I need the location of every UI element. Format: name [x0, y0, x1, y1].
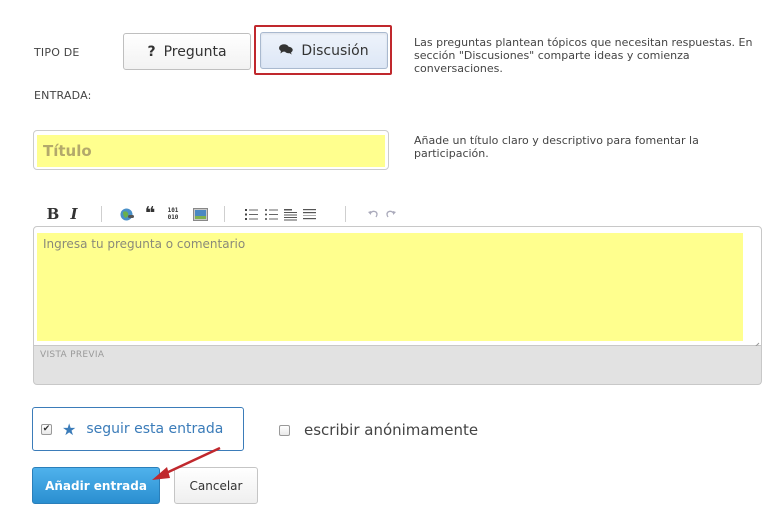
toolbar-separator: [224, 206, 225, 222]
annotation-arrow-icon: [152, 446, 221, 480]
italic-button[interactable]: I: [68, 205, 80, 223]
post-type-label-2: ENTRADA:: [34, 89, 92, 102]
discussion-type-button[interactable]: Discusión: [260, 32, 388, 69]
post-type-label: TIPO DE: [34, 46, 80, 59]
title-placeholder: Título: [37, 135, 385, 167]
horizontal-rule-icon[interactable]: [302, 205, 316, 223]
resize-handle-icon[interactable]: [751, 336, 760, 351]
post-type-help-line: conversaciones.: [414, 62, 503, 75]
undo-icon[interactable]: [366, 205, 380, 223]
numbered-list-icon[interactable]: [244, 205, 258, 223]
body-placeholder: Ingresa tu pregunta o comentario: [37, 233, 743, 341]
anonymous-option[interactable]: escribir anónimamente: [279, 421, 478, 439]
toolbar-separator: [345, 206, 346, 222]
image-icon[interactable]: [192, 205, 208, 223]
post-type-help-line: Las preguntas plantean tópicos que neces…: [414, 36, 753, 49]
question-type-label: Pregunta: [163, 43, 227, 60]
redo-icon[interactable]: [384, 205, 398, 223]
question-mark-icon: ?: [147, 43, 156, 60]
bold-button[interactable]: B: [46, 205, 60, 223]
star-icon: ★: [62, 419, 77, 439]
follow-label: seguir esta entrada: [86, 421, 224, 437]
post-type-help: Las preguntas plantean tópicos que neces…: [414, 36, 752, 75]
post-type-help-line: sección "Discusiones" comparte ideas y c…: [414, 49, 690, 62]
preview-label: VISTA PREVIA: [40, 350, 105, 360]
preview-panel: VISTA PREVIA: [33, 346, 762, 385]
quote-icon[interactable]: ❝: [143, 203, 157, 224]
toolbar-separator: [101, 206, 102, 222]
speech-bubbles-icon: [279, 43, 294, 59]
discussion-type-label: Discusión: [301, 42, 369, 59]
link-globe-icon[interactable]: [119, 205, 135, 223]
title-help-line: participación.: [414, 147, 489, 160]
title-help-line: Añade un título claro y descriptivo para…: [414, 134, 699, 147]
code-icon[interactable]: 101 010: [164, 205, 182, 223]
title-help: Añade un título claro y descriptivo para…: [414, 134, 699, 160]
anonymous-checkbox[interactable]: [279, 424, 290, 436]
anonymous-label: escribir anónimamente: [304, 421, 479, 439]
follow-checkbox[interactable]: ✔: [41, 423, 52, 435]
heading-icon[interactable]: [283, 205, 297, 223]
question-type-button[interactable]: ? Pregunta: [123, 33, 251, 70]
bulleted-list-icon[interactable]: [264, 205, 278, 223]
